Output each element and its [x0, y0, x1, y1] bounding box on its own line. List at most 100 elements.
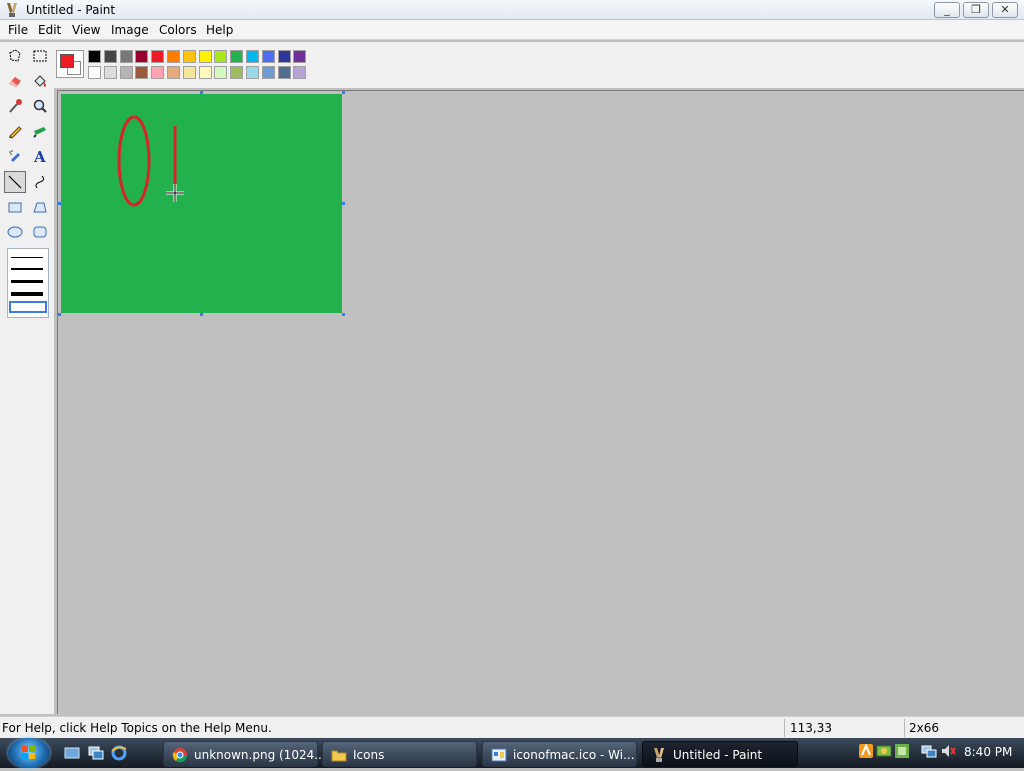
maximize-button[interactable]: ❐ — [963, 2, 989, 18]
tray-network-icon[interactable] — [921, 743, 937, 759]
menu-image[interactable]: Image — [111, 23, 149, 37]
menu-file[interactable]: File — [8, 23, 28, 37]
tray-settings-icon[interactable] — [894, 743, 910, 759]
taskbar-button-paint[interactable]: Untitled - Paint — [642, 741, 798, 767]
palette-swatch[interactable] — [103, 50, 117, 63]
show-desktop-icon[interactable] — [64, 745, 80, 761]
line-width-1[interactable] — [11, 257, 43, 258]
palette-swatch[interactable] — [214, 66, 228, 79]
resize-handle-right[interactable] — [342, 202, 345, 205]
taskbar-button-unknown-png[interactable]: unknown.png (1024... — [163, 741, 326, 767]
pick-color-tool[interactable] — [4, 95, 26, 117]
palette-swatch[interactable] — [167, 66, 180, 79]
palette-swatch[interactable] — [246, 66, 259, 79]
palette-swatch[interactable] — [230, 66, 244, 79]
palette-swatch[interactable] — [230, 50, 244, 63]
palette-swatch[interactable] — [198, 50, 212, 63]
paint-bucket-icon — [34, 75, 46, 87]
taskbar-clock: 8:40 PM — [964, 745, 1013, 759]
ellipse-tool[interactable] — [4, 221, 26, 243]
taskbar-button-label: iconofmac.ico - Wi... — [513, 748, 635, 762]
palette-swatch[interactable] — [103, 66, 117, 79]
canvas-drawing — [117, 115, 184, 207]
windows-logo-icon — [22, 746, 35, 759]
drawn-ellipse-zero — [117, 115, 151, 207]
image-viewer-icon — [491, 748, 507, 762]
palette-swatch[interactable] — [88, 50, 101, 63]
taskbar-button-label: Icons — [353, 748, 385, 762]
curve-tool[interactable] — [29, 171, 51, 193]
palette-swatch[interactable] — [88, 66, 101, 79]
line-width-3[interactable] — [11, 280, 43, 283]
tray-network-share-icon[interactable] — [876, 743, 892, 759]
rounded-rectangle-tool[interactable] — [29, 221, 51, 243]
foreground-color[interactable] — [60, 54, 74, 68]
magnifier-tool[interactable] — [29, 95, 51, 117]
palette-swatch[interactable] — [261, 66, 275, 79]
line-tool-icon — [8, 175, 22, 189]
airbrush-icon — [9, 150, 20, 162]
palette-swatch[interactable] — [246, 50, 259, 63]
palette-swatch[interactable] — [119, 50, 133, 63]
pencil-icon — [9, 126, 22, 139]
resize-handle-top[interactable] — [200, 91, 203, 94]
polygon-icon — [33, 202, 47, 213]
palette-swatch[interactable] — [198, 66, 212, 79]
resize-handle-bottom-right[interactable] — [342, 313, 345, 316]
palette-swatch[interactable] — [277, 66, 291, 79]
start-button[interactable] — [8, 738, 50, 768]
close-button[interactable]: ✕ — [992, 2, 1018, 18]
line-width-4[interactable] — [11, 292, 43, 296]
palette-swatch[interactable] — [182, 50, 196, 63]
fill-tool[interactable] — [29, 70, 51, 92]
palette-swatch[interactable] — [293, 50, 307, 63]
palette-swatch[interactable] — [119, 66, 133, 79]
palette-swatch[interactable] — [182, 66, 196, 79]
palette-swatch[interactable] — [151, 66, 165, 79]
tray-app-icon[interactable] — [858, 743, 874, 759]
text-tool-icon: A — [33, 148, 46, 164]
brush-tool[interactable] — [29, 120, 51, 142]
palette-swatch[interactable] — [135, 50, 149, 63]
taskbar-button-iconofmac[interactable]: iconofmac.ico - Wi... — [482, 741, 637, 767]
line-width-selector — [7, 248, 49, 318]
menu-view[interactable]: View — [72, 23, 100, 37]
minimize-button[interactable]: _ — [934, 2, 960, 18]
palette-swatch[interactable] — [214, 50, 228, 63]
close-icon: ✕ — [1000, 3, 1010, 16]
resize-handle-left[interactable] — [58, 202, 61, 205]
eraser-icon — [9, 77, 21, 87]
palette-swatch[interactable] — [277, 50, 291, 63]
free-form-select-tool[interactable] — [4, 45, 26, 67]
rectangle-tool[interactable] — [4, 196, 26, 218]
menu-colors[interactable]: Colors — [159, 23, 197, 37]
ellipse-icon — [7, 226, 23, 238]
tray-volume-muted-icon[interactable] — [940, 743, 956, 759]
line-tool[interactable] — [4, 171, 26, 193]
free-form-select-icon — [9, 49, 21, 62]
resize-handle-bottom[interactable] — [200, 313, 203, 316]
internet-explorer-icon[interactable] — [111, 745, 127, 761]
rounded-rectangle-icon — [33, 226, 47, 238]
menu-help[interactable]: Help — [206, 23, 233, 37]
palette-swatch[interactable] — [261, 50, 275, 63]
drawing-canvas[interactable] — [61, 94, 342, 313]
menu-edit[interactable]: Edit — [38, 23, 61, 37]
text-tool[interactable]: A — [29, 145, 51, 167]
pencil-tool[interactable] — [4, 120, 26, 142]
polygon-tool[interactable] — [29, 196, 51, 218]
palette-swatch[interactable] — [293, 66, 307, 79]
switch-windows-icon[interactable] — [88, 745, 104, 761]
select-tool[interactable] — [29, 45, 51, 67]
palette-swatch[interactable] — [167, 50, 180, 63]
eraser-tool[interactable] — [4, 70, 26, 92]
resize-handle-bottom-left[interactable] — [58, 313, 61, 316]
palette-swatch[interactable] — [151, 50, 165, 63]
resize-handle-top-right[interactable] — [342, 91, 345, 94]
chrome-icon — [172, 748, 188, 763]
taskbar-button-icons[interactable]: Icons — [322, 741, 477, 767]
line-width-5-selected[interactable] — [9, 301, 47, 313]
airbrush-tool[interactable] — [4, 145, 26, 167]
palette-swatch[interactable] — [135, 66, 149, 79]
line-width-2[interactable] — [11, 268, 43, 270]
